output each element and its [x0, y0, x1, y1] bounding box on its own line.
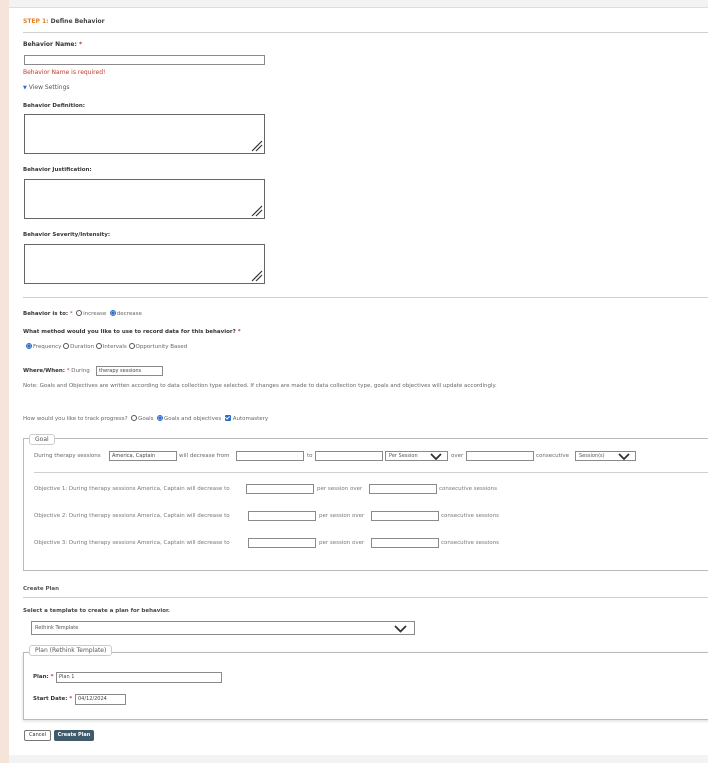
plan-fieldset [23, 652, 708, 720]
objective-3-per-label: per session over [319, 540, 365, 546]
data-collection-note: Note: Goals and Objectives are written a… [23, 383, 497, 389]
where-when-input[interactable]: therapy sessions [96, 366, 163, 376]
divider [34, 472, 708, 473]
goal-legend: Goal [29, 434, 55, 445]
objective-1-over-input[interactable] [369, 484, 437, 494]
track-progress-group: How would you like to track progress? Go… [23, 415, 269, 422]
frequency-radio[interactable] [26, 343, 32, 349]
goals-objectives-radio[interactable] [156, 415, 163, 421]
goal-from-input[interactable] [236, 451, 304, 461]
goal-consecutive-label: consecutive [536, 453, 569, 459]
per-session-select[interactable]: Per Session [385, 451, 448, 461]
step-header: STEP 1: Define Behavior [23, 18, 105, 26]
plan-legend: Plan (Rethink Template) [29, 645, 113, 656]
duration-radio[interactable] [63, 343, 70, 349]
goal-prefix: During therapy sessions [34, 453, 101, 459]
cancel-button[interactable]: Cancel [24, 730, 51, 741]
resize-grip-icon [251, 205, 263, 217]
step-prefix: STEP 1: [23, 18, 49, 25]
increase-radio[interactable] [76, 310, 83, 316]
objective-1-per-label: per session over [317, 486, 363, 492]
objective-2-tail: consecutive sessions [441, 513, 499, 519]
chevron-down-icon [618, 453, 630, 460]
plan-name-input[interactable]: Plan 1 [56, 672, 222, 683]
divider [23, 297, 708, 298]
divider [23, 597, 708, 598]
justification-label: Behavior Justification: [23, 167, 92, 173]
resize-grip-icon [251, 140, 263, 152]
behavior-name-input[interactable] [24, 55, 265, 65]
justification-textarea[interactable] [24, 179, 265, 219]
start-date-label: Start Date: * [33, 696, 73, 702]
objective-1-tail: consecutive sessions [439, 486, 497, 492]
goal-client-input[interactable]: America, Captain [109, 451, 177, 461]
chevron-down-icon [430, 453, 442, 460]
goal-over-input[interactable] [466, 451, 534, 461]
objective-3-tail: consecutive sessions [441, 540, 499, 546]
view-settings-toggle[interactable]: ▼ View Settings [23, 84, 70, 92]
intervals-radio[interactable] [95, 343, 102, 349]
caret-down-icon: ▼ [23, 85, 27, 91]
behavior-direction-group: Behavior is to: * increase decrease [23, 310, 142, 317]
goal-decrease-from-label: will decrease from [179, 453, 230, 459]
objective-2-per-label: per session over [319, 513, 365, 519]
create-plan-title: Create Plan [23, 586, 60, 592]
left-accent-bar [0, 0, 9, 763]
objective-2-over-input[interactable] [371, 511, 439, 521]
goals-radio[interactable] [131, 415, 138, 421]
opportunity-based-radio[interactable] [128, 343, 135, 349]
goal-over-label: over [451, 453, 464, 459]
objective-2-value-input[interactable] [248, 511, 316, 521]
definition-label: Behavior Definition: [23, 103, 86, 109]
start-date-input[interactable]: 04/12/2024 [75, 694, 126, 705]
divider [23, 32, 708, 33]
step-title: Define Behavior [50, 18, 105, 25]
automastery-checkbox[interactable] [224, 415, 231, 421]
create-plan-button[interactable]: Create Plan [54, 730, 94, 741]
objective-2-text: Objective 2: During therapy sessions Ame… [34, 513, 230, 519]
objective-3-value-input[interactable] [248, 538, 316, 548]
where-when-label: Where/When: * During [23, 368, 90, 374]
severity-label: Behavior Severity/Intensity: [23, 232, 111, 238]
behavior-name-error: Behavior Name is required! [23, 69, 106, 76]
definition-textarea[interactable] [24, 114, 265, 154]
template-select[interactable]: Rethink Template [31, 621, 415, 635]
objective-3-over-input[interactable] [371, 538, 439, 548]
resize-grip-icon [251, 270, 263, 282]
chevron-down-icon [394, 625, 407, 633]
template-select-label: Select a template to create a plan for b… [23, 608, 170, 614]
goal-to-input[interactable] [315, 451, 383, 461]
method-label: What method would you like to use to rec… [23, 329, 241, 335]
objective-1-text: Objective 1: During therapy sessions Ame… [34, 486, 230, 492]
objective-3-text: Objective 3: During therapy sessions Ame… [34, 540, 230, 546]
severity-textarea[interactable] [24, 244, 265, 284]
sessions-select[interactable]: Session(s) [575, 451, 636, 461]
objective-1-value-input[interactable] [246, 484, 314, 494]
goal-to-label: to [307, 453, 313, 459]
method-radio-group: Frequency Duration Intervals Opportunity… [26, 343, 187, 351]
behavior-name-label: Behavior Name: * [23, 41, 83, 48]
form-panel: STEP 1: Define Behavior Behavior Name: *… [9, 7, 708, 755]
decrease-radio[interactable] [109, 310, 116, 316]
plan-name-label: Plan: * [33, 674, 54, 680]
